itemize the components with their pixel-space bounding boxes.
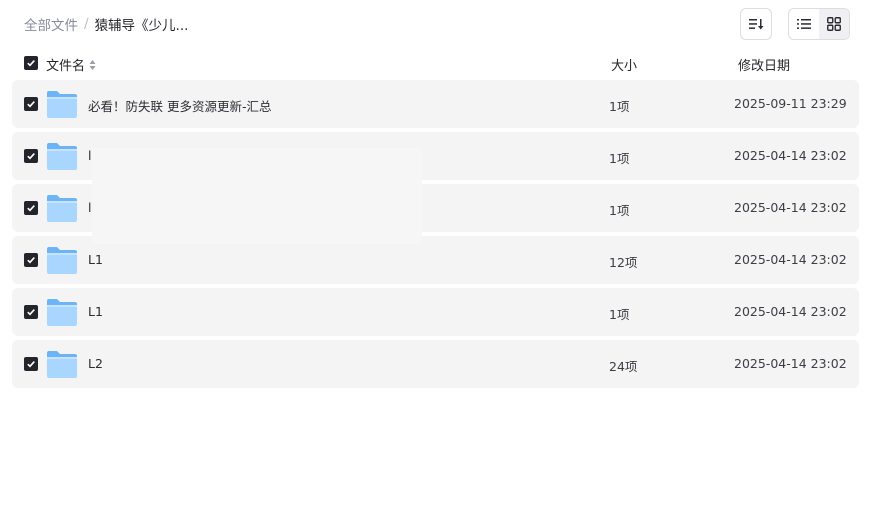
check-icon — [27, 153, 35, 160]
sort-icon — [749, 19, 764, 30]
breadcrumb-separator: / — [84, 16, 89, 32]
file-size: 24项 — [609, 359, 638, 374]
file-name[interactable]: l — [88, 200, 91, 215]
list-view-button[interactable] — [789, 9, 819, 39]
file-size: 12项 — [609, 255, 638, 270]
row-checkbox[interactable] — [24, 97, 38, 111]
file-size: 1项 — [609, 307, 630, 322]
column-header-name-label: 文件名 — [46, 59, 86, 74]
check-icon — [27, 361, 35, 368]
file-date: 2025-09-11 23:29 — [734, 96, 847, 111]
table-row[interactable]: L1 1项 2025-04-14 23:02 — [12, 288, 859, 336]
file-name[interactable]: 必看！防失联 更多资源更新-汇总 — [88, 96, 272, 115]
table-row[interactable]: 必看！防失联 更多资源更新-汇总 1项 2025-09-11 23:29 — [12, 80, 859, 128]
file-date: 2025-04-14 23:02 — [734, 304, 847, 319]
file-date: 2025-04-14 23:02 — [734, 200, 847, 215]
check-icon — [27, 309, 35, 316]
check-icon — [27, 101, 35, 108]
row-checkbox[interactable] — [24, 201, 38, 215]
file-name[interactable]: L1 — [88, 304, 103, 319]
file-name[interactable]: L2 — [88, 356, 103, 371]
folder-icon — [47, 91, 77, 118]
folder-icon — [47, 195, 77, 222]
column-header-name[interactable]: 文件名 — [46, 55, 96, 74]
file-size: 1项 — [609, 151, 630, 166]
file-date: 2025-04-14 23:02 — [734, 148, 847, 163]
folder-icon — [47, 143, 77, 170]
sort-button[interactable] — [740, 8, 772, 40]
check-icon — [27, 60, 35, 67]
file-name[interactable]: l — [88, 148, 91, 163]
folder-icon — [47, 247, 77, 274]
folder-icon — [47, 299, 77, 326]
row-checkbox[interactable] — [24, 357, 38, 371]
list-view-icon — [797, 19, 811, 29]
row-checkbox[interactable] — [24, 305, 38, 319]
blurred-overlay — [92, 148, 422, 244]
check-icon — [27, 257, 35, 264]
file-size: 1项 — [609, 99, 630, 114]
grid-view-icon — [827, 17, 841, 31]
file-name[interactable]: L1 — [88, 252, 103, 267]
check-icon — [27, 205, 35, 212]
breadcrumb-current: 猿辅导《少儿... — [94, 18, 189, 34]
file-date: 2025-04-14 23:02 — [734, 356, 847, 371]
table-row[interactable]: L2 24项 2025-04-14 23:02 — [12, 340, 859, 388]
breadcrumb-root[interactable]: 全部文件 — [24, 14, 78, 34]
file-date: 2025-04-14 23:02 — [734, 252, 847, 267]
table-header: 文件名 大小 修改日期 — [0, 53, 874, 75]
column-header-date: 修改日期 — [738, 59, 791, 74]
select-all-checkbox[interactable] — [24, 56, 38, 70]
row-checkbox[interactable] — [24, 149, 38, 163]
view-toggle — [788, 8, 850, 40]
file-size: 1项 — [609, 203, 630, 218]
sort-toggle-icon — [89, 59, 96, 70]
folder-icon — [47, 351, 77, 378]
breadcrumb: 全部文件 / 猿辅导《少儿... — [24, 14, 188, 34]
column-header-size: 大小 — [611, 59, 638, 74]
grid-view-button[interactable] — [819, 9, 849, 39]
row-checkbox[interactable] — [24, 253, 38, 267]
